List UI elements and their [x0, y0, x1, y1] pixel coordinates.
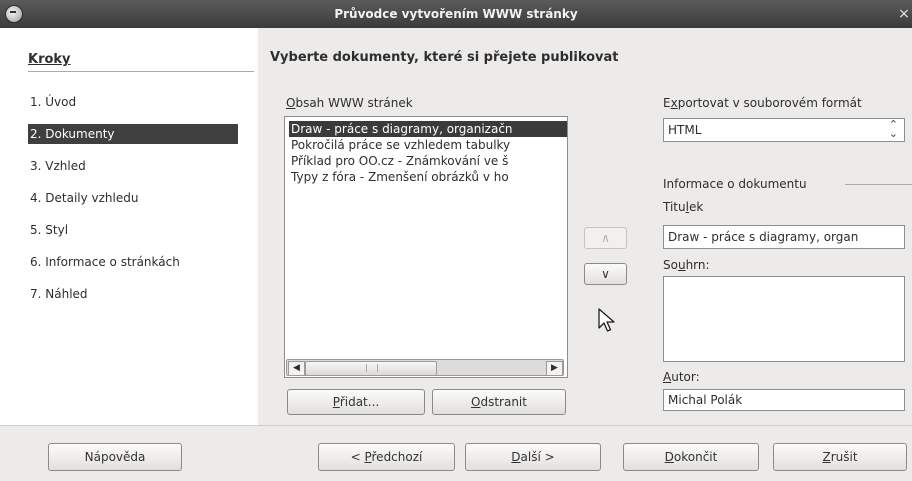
contents-label-text: bsah WWW stránek — [295, 96, 413, 110]
back-label: ředchozí — [371, 450, 423, 464]
steps-header: Kroky — [28, 52, 71, 67]
cancel-button[interactable]: Zrušit — [773, 443, 907, 471]
cancel-mnemonic: Z — [822, 450, 831, 464]
step-layout-details[interactable]: 4. Detaily vzhledu — [28, 188, 238, 208]
export-label-text: portovat v souborovém formát — [677, 96, 862, 110]
step-page-info[interactable]: 6. Informace o stránkách — [28, 252, 238, 272]
author-label-text: utor: — [671, 370, 700, 384]
mouse-pointer-icon — [598, 308, 615, 332]
export-format-label: Exportovat v souborovém formát — [663, 96, 862, 110]
spin-arrows-icon[interactable]: ⌃ ⌄ — [889, 119, 898, 139]
export-format-select[interactable]: HTML ⌃ ⌄ — [663, 118, 905, 142]
move-down-button[interactable]: ∨ — [584, 263, 627, 285]
finish-label: okončit — [673, 450, 718, 464]
move-up-button[interactable]: ∧ — [584, 227, 627, 249]
export-label-prefix: E — [663, 96, 671, 110]
scroll-thumb[interactable] — [305, 361, 437, 376]
page-heading: Vyberte dokumenty, které si přejete publ… — [270, 50, 619, 65]
author-label: Autor: — [663, 370, 700, 384]
next-mnemonic: D — [511, 450, 521, 464]
contents-label: Obsah WWW stránek — [286, 96, 413, 110]
step-documents[interactable]: 2. Dokumenty — [28, 124, 238, 144]
summary-label-text: hrn: — [685, 258, 710, 272]
document-info-label: Informace o dokumentu — [663, 177, 807, 191]
back-button[interactable]: < Předchozí — [318, 443, 455, 471]
back-label-prefix: < — [350, 450, 365, 464]
list-item[interactable]: Pokročilá práce se vzhledem tabulky — [289, 137, 567, 153]
close-icon[interactable]: × — [896, 4, 912, 24]
title-label-text: ek — [688, 200, 704, 214]
scroll-right-icon[interactable]: ▶ — [546, 361, 563, 376]
summary-label-prefix: So — [663, 258, 678, 272]
scroll-left-icon[interactable]: ◀ — [288, 361, 305, 376]
step-intro[interactable]: 1. Úvod — [28, 92, 238, 112]
document-info-divider — [845, 184, 912, 185]
cancel-label: rušit — [830, 450, 858, 464]
title-field[interactable]: Draw - práce s diagramy, organ — [663, 225, 905, 249]
title-label: Titulek — [663, 200, 703, 214]
finish-button[interactable]: Dokončit — [623, 443, 759, 471]
add-label: řidat... — [339, 395, 380, 409]
add-mnemonic: P — [332, 395, 340, 409]
documents-list[interactable]: Draw - práce s diagramy, organizačn Pokr… — [284, 116, 568, 378]
list-item[interactable]: Typy z fóra - Zmenšení obrázků v ho — [289, 169, 567, 185]
remove-label: dstranit — [480, 395, 527, 409]
next-button[interactable]: Další > — [465, 443, 601, 471]
steps-divider — [28, 71, 254, 72]
export-label-mnemonic: x — [670, 96, 678, 110]
window-title: Průvodce vytvořením WWW stránky — [334, 7, 578, 21]
summary-label-mnemonic: u — [677, 258, 686, 272]
title-label-prefix: Titu — [663, 200, 686, 214]
horizontal-scrollbar[interactable]: ◀ ▶ — [286, 359, 564, 376]
add-button[interactable]: Přidat... — [287, 389, 425, 415]
back-mnemonic: P — [364, 450, 372, 464]
author-label-mnemonic: A — [663, 370, 672, 384]
remove-button[interactable]: Odstranit — [432, 389, 566, 415]
list-item[interactable]: Příklad pro OO.cz - Známkování ve š — [289, 153, 567, 169]
list-item[interactable]: Draw - práce s diagramy, organizačn — [289, 121, 567, 137]
scroll-grip-icon — [366, 364, 378, 372]
next-label: alší > — [520, 450, 555, 464]
step-layout[interactable]: 3. Vzhled — [28, 156, 238, 176]
author-field[interactable]: Michal Polák — [663, 389, 905, 411]
export-format-value: HTML — [668, 123, 702, 137]
spin-down-icon[interactable]: ⌄ — [889, 128, 898, 139]
summary-label: Souhrn: — [663, 258, 710, 272]
step-preview[interactable]: 7. Náhled — [28, 284, 238, 304]
step-style[interactable]: 5. Styl — [28, 220, 238, 240]
summary-field[interactable] — [663, 276, 905, 362]
help-button[interactable]: Nápověda — [48, 443, 182, 471]
finish-mnemonic: D — [664, 450, 674, 464]
